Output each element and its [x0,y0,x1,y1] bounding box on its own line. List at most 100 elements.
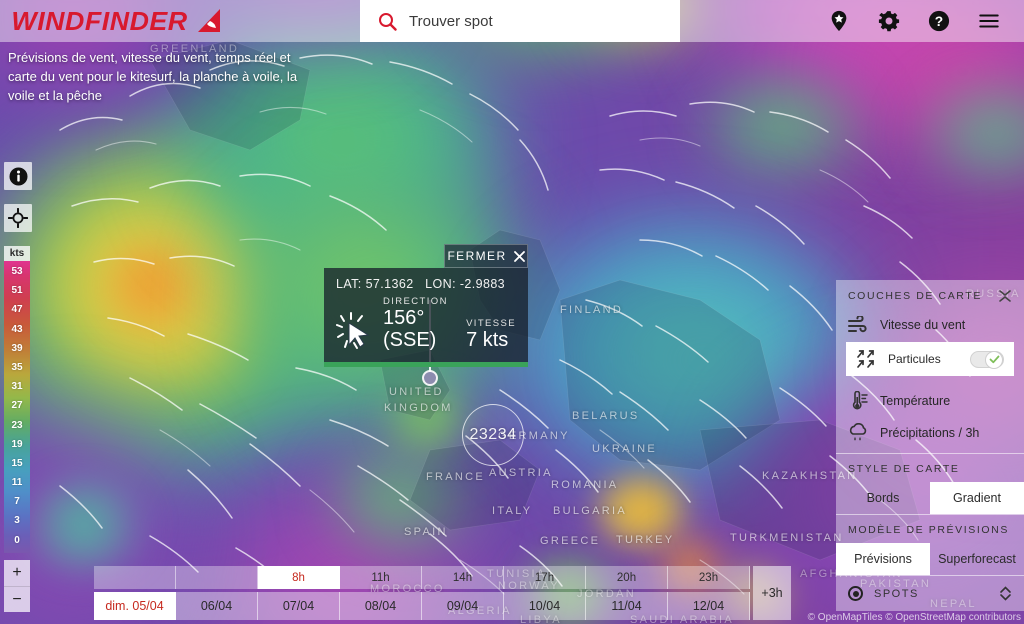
timeline-days-row: dim. 05/04 06/04 07/04 08/04 09/04 10/04 11/04… [94,592,750,620]
particles-toggle[interactable] [970,350,1004,369]
popup-accent-bar [324,362,528,367]
zoom-in-button[interactable]: + [4,560,30,586]
particles-arrows-icon [857,350,874,368]
crosshair-locate-icon [8,208,28,228]
search-placeholder: Trouver spot [409,12,493,30]
legend-value: 53 [11,266,23,277]
layers-section: COUCHES DE CARTE Vitesse du vent Particu… [836,280,1024,454]
timeline-hour-empty [176,566,258,589]
timeline-hour-cell[interactable]: 17h [504,566,586,589]
chevron-collapse-icon[interactable] [998,289,1012,303]
timeline-hour-cell[interactable]: 11h [340,566,422,589]
svg-text:?: ? [935,14,943,29]
layer-temperature[interactable]: Température [836,385,1024,417]
legend-value: 27 [11,400,23,412]
legend-value: 51 [11,285,23,297]
search-icon [379,12,397,31]
spots-label: SPOTS [874,587,919,600]
wind-speed-legend: kts 53 51 47 43 39 35 31 27 23 19 15 11 7 3 0 [4,246,30,553]
forecast-model-section: MODÈLE DE PRÉVISIONS Prévisions Superfor… [836,515,1024,576]
layers-header: COUCHES DE CARTE [836,280,1024,310]
info-icon [9,167,27,185]
legend-value: 3 [14,515,20,527]
timeline-hour-empty [94,566,176,589]
forecast-model-option-previsions[interactable]: Prévisions [836,543,930,575]
legend-unit: kts [4,246,30,261]
popup-close-button[interactable]: FERMER [444,244,528,268]
forecast-timeline: 8h 11h 14h 17h 20h 23h dim. 05/04 06/04 07/04 08… [94,566,791,620]
layer-precipitation-label: Précipitations / 3h [880,426,980,440]
chevron-updown-icon[interactable] [999,586,1012,601]
map-attribution: © OpenMapTiles © OpenStreetMap contribut… [807,612,1021,623]
forecast-model-title: MODÈLE DE PRÉVISIONS [848,524,1009,536]
locate-button[interactable] [4,204,32,232]
zoom-out-button[interactable]: − [4,586,30,612]
toggle-knob [985,350,1003,369]
spot-cluster-marker[interactable]: 23234 [462,404,524,466]
map-style-segmented: Bords Gradient [836,482,1024,514]
popup-close-label: FERMER [447,249,507,263]
timeline-step-button[interactable]: +3h [753,566,791,620]
search-bar[interactable]: Trouver spot [360,0,680,42]
timeline-day-cell[interactable]: 06/04 [176,592,258,620]
speed-value: 7 kts [466,329,509,351]
legend-value: 11 [11,477,23,489]
speed-label: VITESSE [466,318,516,329]
header-actions: ? [828,10,1024,32]
legend-value: 31 [11,381,23,393]
timeline-hour-cell[interactable]: 14h [422,566,504,589]
lat-value: 57.1362 [365,277,414,291]
wind-info-popup: FERMER LAT: 57.1362 LON: -2.9883 DIRECTI… [324,244,528,367]
legend-scale: 53 51 47 43 39 35 31 27 23 19 15 11 7 3 0 [4,261,30,553]
speed-metric: VITESSE 7 kts [466,318,516,351]
legend-value: 19 [11,438,23,450]
map-style-option-bords[interactable]: Bords [836,482,930,514]
timeline-day-cell[interactable]: 12/04 [668,592,750,620]
timeline-day-cell[interactable]: dim. 05/04 [94,592,176,620]
timeline-hour-cell[interactable]: 20h [586,566,668,589]
brand-logo[interactable]: WINDFINDER [0,6,360,37]
layer-precipitation[interactable]: Précipitations / 3h [836,417,1024,453]
timeline-columns: 8h 11h 14h 17h 20h 23h dim. 05/04 06/04 07/04 08… [94,566,750,620]
timeline-day-cell[interactable]: 08/04 [340,592,422,620]
timeline-day-cell[interactable]: 09/04 [422,592,504,620]
map-style-section: STYLE DE CARTE Bords Gradient [836,454,1024,515]
timeline-day-cell[interactable]: 11/04 [586,592,668,620]
legend-value: 0 [14,534,20,546]
brand-name: WINDFINDER [11,5,188,36]
lat-label: LAT: [336,277,362,291]
close-icon [513,250,525,262]
info-button[interactable] [4,162,32,190]
legend-value: 7 [14,496,20,508]
map-style-title-row: STYLE DE CARTE [836,454,1024,482]
direction-value: 156° (SSE) [383,307,437,351]
map-style-title: STYLE DE CARTE [848,463,960,475]
popup-coordinates: LAT: 57.1362 LON: -2.9883 [336,277,516,291]
legend-value: 15 [11,457,23,469]
timeline-day-cell[interactable]: 07/04 [258,592,340,620]
legend-value: 47 [11,304,23,316]
map-style-option-gradient[interactable]: Gradient [930,482,1024,514]
gear-icon[interactable] [878,10,900,32]
layer-particles[interactable]: Particules [846,342,1014,376]
spots-section[interactable]: SPOTS [836,576,1024,611]
timeline-hour-cell[interactable]: 8h [258,566,340,589]
app-header: WINDFINDER Trouver spot ? [0,0,1024,42]
check-icon [989,355,999,364]
legend-value: 39 [11,342,23,354]
timeline-day-cell[interactable]: 10/04 [504,592,586,620]
help-circle-icon[interactable]: ? [928,10,950,32]
forecast-model-option-superforecast[interactable]: Superforecast [930,543,1024,575]
hamburger-menu-icon[interactable] [978,10,1000,32]
layer-wind-speed[interactable]: Vitesse du vent [836,310,1024,340]
legend-value: 35 [11,361,23,373]
windfinder-sail-icon [198,9,221,32]
popup-body: LAT: 57.1362 LON: -2.9883 DIRECTION 156°… [324,268,528,362]
timeline-hours-row: 8h 11h 14h 17h 20h 23h [94,566,750,589]
timeline-hour-cell[interactable]: 23h [668,566,750,589]
layer-temperature-label: Température [880,394,951,408]
spots-radio[interactable] [848,586,863,601]
legend-value: 43 [11,323,23,335]
direction-label: DIRECTION [383,296,448,307]
map-pin-star-icon[interactable] [828,10,850,32]
